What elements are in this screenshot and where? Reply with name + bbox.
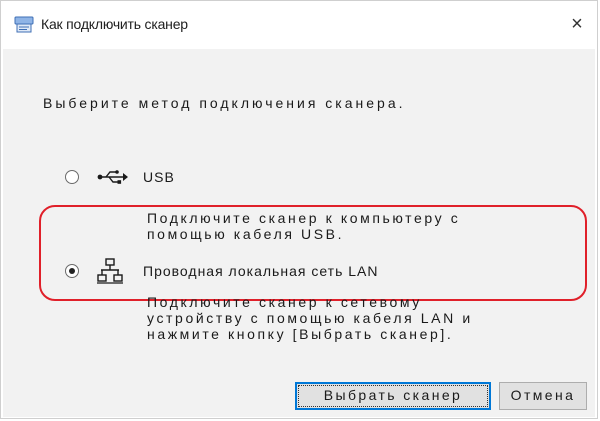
description-line: устройству с помощью кабеля LAN и [147,310,473,326]
close-icon: × [571,13,583,35]
connection-dialog: Как подключить сканер × Выберите метод п… [0,0,598,419]
close-button[interactable]: × [563,11,591,37]
dialog-body: Выберите метод подключения сканера. USB … [3,49,595,417]
radio-lan[interactable] [65,264,79,278]
instruction-text: Выберите метод подключения сканера. [43,95,406,111]
select-scanner-button[interactable]: Выбрать сканер [295,382,491,410]
description-line: нажмите кнопку [Выбрать сканер]. [147,326,454,342]
radio-usb[interactable] [65,170,79,184]
window-title: Как подключить сканер [41,16,188,32]
option-lan-label: Проводная локальная сеть LAN [143,263,379,279]
option-usb-label: USB [143,169,175,185]
title-bar: Как подключить сканер × [1,1,597,49]
network-lan-icon [97,258,123,289]
usb-icon [97,169,129,190]
option-lan-description: Подключите сканер к сетевому устройству … [147,294,473,342]
cancel-button[interactable]: Отмена [499,382,587,410]
description-line: Подключите сканер к сетевому [147,294,422,310]
scanner-app-icon [13,15,35,35]
select-scanner-button-label: Выбрать сканер [323,387,463,403]
cancel-button-label: Отмена [510,387,576,403]
